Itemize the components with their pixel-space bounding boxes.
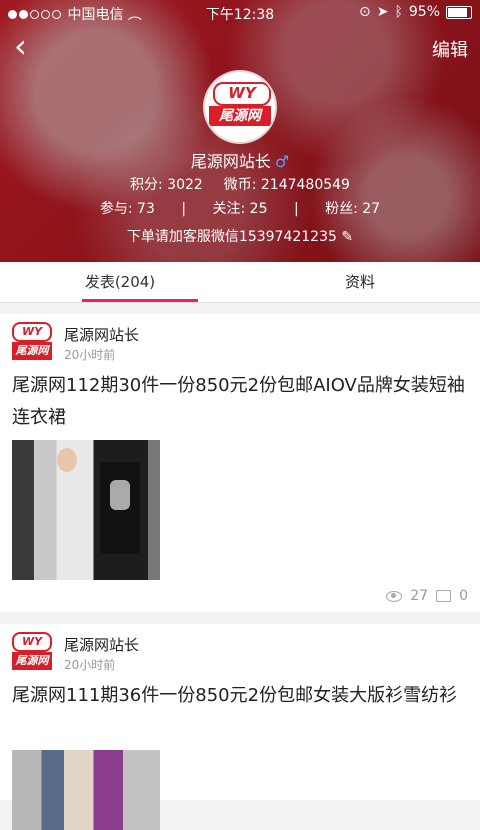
status-right: ⊙ ➤ ᛒ 95% — [359, 4, 472, 20]
post-image[interactable] — [12, 750, 160, 830]
divider: | — [181, 201, 187, 217]
avatar[interactable]: WY 尾源网 — [205, 72, 275, 142]
tab-profile-info-label: 资料 — [344, 273, 375, 291]
coins: 微币: 2147480549 — [223, 177, 350, 193]
points: 积分: 3022 — [130, 177, 203, 193]
stats-row-1: 积分: 3022 微币: 2147480549 — [0, 174, 480, 194]
profile-name: 尾源网站长 — [190, 152, 271, 171]
post-avatar-bottom: 尾源网 — [12, 652, 52, 670]
profile-header: 中国电信 ︵ 下午12:38 ⊙ ➤ ᛒ 95% ‹ 编辑 WY 尾源网 尾源网… — [0, 0, 480, 262]
bluetooth-icon: ᛒ — [394, 4, 403, 20]
edit-button[interactable]: 编辑 — [432, 36, 468, 62]
post-time: 20小时前 — [64, 348, 116, 362]
tab-posts-label: 发表(204) — [84, 273, 156, 291]
post-title[interactable]: 尾源网111期36件一份850元2份包邮女装大版衫雪纺衫 — [12, 680, 468, 712]
eye-icon — [386, 590, 403, 602]
post-avatar-top: WY — [12, 632, 52, 652]
profile-note: 下单请加客服微信15397421235 ✎ — [0, 226, 480, 246]
tab-bar: 发表(204) 资料 — [0, 262, 480, 303]
chevron-left-icon: ‹ — [14, 27, 27, 65]
post-avatar[interactable]: WY 尾源网 — [12, 322, 52, 362]
post-author[interactable]: 尾源网站长 — [64, 634, 139, 655]
post-author[interactable]: 尾源网站长 — [64, 324, 139, 345]
view-count: 27 — [410, 588, 429, 604]
profile-name-row: 尾源网站长 ♂ — [0, 148, 480, 172]
fans-count[interactable]: 粉丝: 27 — [325, 201, 380, 217]
comment-icon[interactable] — [436, 590, 452, 602]
male-icon: ♂ — [274, 152, 290, 171]
participate-count[interactable]: 参与: 73 — [100, 201, 155, 217]
battery-percent: 95% — [408, 4, 440, 20]
pencil-icon[interactable]: ✎ — [341, 229, 353, 245]
post-card[interactable]: WY 尾源网 尾源网站长 20小时前 尾源网112期30件一份850元2份包邮A… — [0, 314, 480, 612]
post-avatar-bottom: 尾源网 — [12, 342, 52, 360]
status-bar: 中国电信 ︵ 下午12:38 ⊙ ➤ ᛒ 95% — [0, 0, 480, 26]
post-time: 20小时前 — [64, 658, 116, 672]
image-person — [57, 448, 77, 472]
divider: | — [293, 201, 299, 217]
back-button[interactable]: ‹ — [14, 30, 27, 62]
tab-posts[interactable]: 发表(204) — [0, 262, 240, 302]
post-image[interactable] — [12, 440, 160, 580]
post-card[interactable]: WY 尾源网 尾源网站长 20小时前 尾源网111期36件一份850元2份包邮女… — [0, 624, 480, 830]
note-text: 下单请加客服微信15397421235 — [126, 229, 337, 245]
avatar-logo-top: WY — [213, 82, 271, 106]
tab-active-indicator — [82, 299, 198, 302]
follow-count[interactable]: 关注: 25 — [213, 201, 268, 217]
tab-profile-info[interactable]: 资料 — [240, 262, 480, 302]
image-print — [110, 480, 130, 510]
post-title[interactable]: 尾源网112期30件一份850元2份包邮AIOV品牌女装短袖连衣裙 — [12, 370, 468, 434]
post-meta: 27 0 — [386, 588, 468, 604]
post-avatar-top: WY — [12, 322, 52, 342]
battery-icon — [446, 5, 472, 19]
post-avatar[interactable]: WY 尾源网 — [12, 632, 52, 672]
stats-row-2: 参与: 73 | 关注: 25 | 粉丝: 27 — [0, 198, 480, 218]
lock-rotation-icon: ⊙ — [359, 4, 371, 20]
location-icon: ➤ — [376, 4, 389, 20]
avatar-logo-bottom: 尾源网 — [209, 106, 271, 126]
comment-count: 0 — [459, 588, 468, 604]
